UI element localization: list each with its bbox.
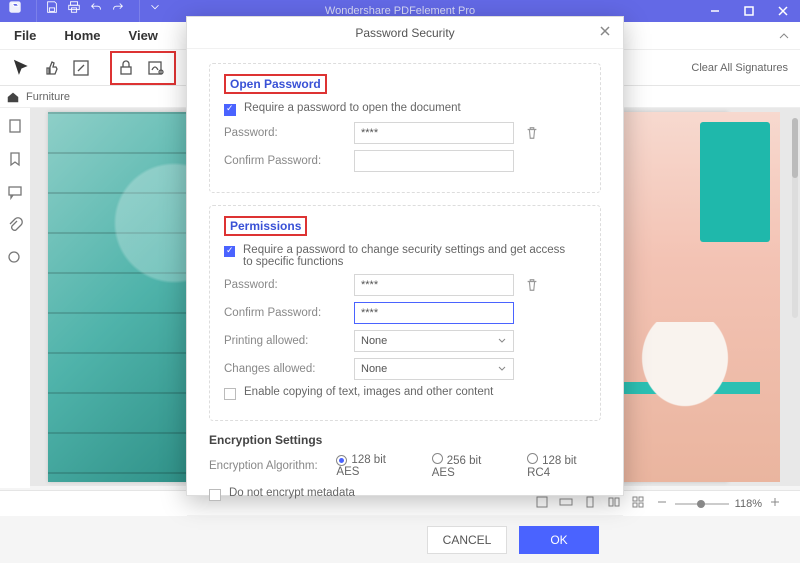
clear-perm-password-icon[interactable] xyxy=(522,275,542,295)
dialog-title: Password Security xyxy=(355,26,454,40)
collapse-ribbon-icon[interactable] xyxy=(778,22,790,50)
printing-select[interactable]: None xyxy=(354,330,514,352)
enable-copy-checkbox[interactable] xyxy=(224,388,236,400)
select-tool-icon[interactable] xyxy=(8,55,34,81)
layout-continuous-icon[interactable] xyxy=(631,495,645,512)
ok-button[interactable]: OK xyxy=(519,526,599,554)
perm-password-input[interactable] xyxy=(354,274,514,296)
algo-option-1[interactable]: 256 bit AES xyxy=(432,453,505,479)
cancel-button[interactable]: CANCEL xyxy=(427,526,507,554)
permissions-heading: Permissions xyxy=(224,216,307,236)
perm-confirm-input[interactable] xyxy=(354,302,514,324)
lock-tool-icon[interactable] xyxy=(113,55,139,81)
search-panel-icon[interactable] xyxy=(7,250,23,269)
require-permissions-label: Require a password to change security se… xyxy=(243,244,573,268)
no-encrypt-metadata-label: Do not encrypt metadata xyxy=(229,487,355,499)
close-button[interactable] xyxy=(766,0,800,22)
thumbnails-panel-icon[interactable] xyxy=(7,118,23,137)
menu-file[interactable]: File xyxy=(0,22,50,50)
breadcrumb-label[interactable]: Furniture xyxy=(26,91,70,103)
no-encrypt-metadata-checkbox[interactable] xyxy=(209,489,221,501)
require-open-password-checkbox[interactable] xyxy=(224,104,236,116)
maximize-button[interactable] xyxy=(732,0,766,22)
zoom-slider[interactable] xyxy=(675,503,729,505)
dropdown-icon[interactable] xyxy=(148,0,162,22)
minimize-button[interactable] xyxy=(698,0,732,22)
encryption-heading: Encryption Settings xyxy=(209,433,601,447)
left-sidebar xyxy=(0,108,30,488)
enable-copy-label: Enable copying of text, images and other… xyxy=(244,386,493,398)
highlight-protect-tools xyxy=(110,51,176,85)
algo-option-0[interactable]: 128 bit AES xyxy=(336,454,409,478)
save-icon[interactable] xyxy=(45,0,59,22)
open-password-input[interactable] xyxy=(354,122,514,144)
undo-icon[interactable] xyxy=(89,0,103,22)
bookmarks-panel-icon[interactable] xyxy=(7,151,23,170)
clear-open-password-icon[interactable] xyxy=(522,123,542,143)
menu-home[interactable]: Home xyxy=(50,22,114,50)
dialog-header: Password Security xyxy=(187,17,623,49)
perm-password-label: Password: xyxy=(224,279,354,291)
password-security-dialog: Password Security Open Password Require … xyxy=(186,16,624,496)
dialog-footer: CANCEL OK xyxy=(187,515,623,563)
document-image-right xyxy=(620,112,780,482)
sign-tool-icon[interactable] xyxy=(143,55,169,81)
print-icon[interactable] xyxy=(67,0,81,22)
comments-panel-icon[interactable] xyxy=(7,184,23,203)
open-password-label: Password: xyxy=(224,127,354,139)
algo-option-2[interactable]: 128 bit RC4 xyxy=(527,453,601,479)
changes-select[interactable]: None xyxy=(354,358,514,380)
require-open-password-label: Require a password to open the document xyxy=(244,102,461,114)
changes-label: Changes allowed: xyxy=(224,363,354,375)
dialog-close-button[interactable] xyxy=(599,25,613,39)
require-permissions-checkbox[interactable] xyxy=(224,246,235,257)
toolbar-right-label[interactable]: Clear All Signatures xyxy=(691,62,788,74)
zoom-value: 118% xyxy=(735,498,762,510)
menu-view[interactable]: View xyxy=(115,22,172,50)
app-logo-icon xyxy=(8,0,22,22)
vertical-scrollbar[interactable] xyxy=(792,118,798,318)
home-icon[interactable] xyxy=(6,90,20,104)
attachments-panel-icon[interactable] xyxy=(7,217,23,236)
zoom-out-icon[interactable] xyxy=(655,495,669,512)
thumbs-up-icon[interactable] xyxy=(38,55,64,81)
zoom-in-icon[interactable] xyxy=(768,495,782,512)
permissions-section: Permissions Require a password to change… xyxy=(209,205,601,421)
open-confirm-input[interactable] xyxy=(354,150,514,172)
perm-confirm-label: Confirm Password: xyxy=(224,307,354,319)
edit-tool-icon[interactable] xyxy=(68,55,94,81)
open-confirm-label: Confirm Password: xyxy=(224,155,354,167)
redo-icon[interactable] xyxy=(111,0,125,22)
open-password-heading: Open Password xyxy=(224,74,327,94)
printing-label: Printing allowed: xyxy=(224,335,354,347)
open-password-section: Open Password Require a password to open… xyxy=(209,63,601,193)
encryption-algo-label: Encryption Algorithm: xyxy=(209,460,336,472)
